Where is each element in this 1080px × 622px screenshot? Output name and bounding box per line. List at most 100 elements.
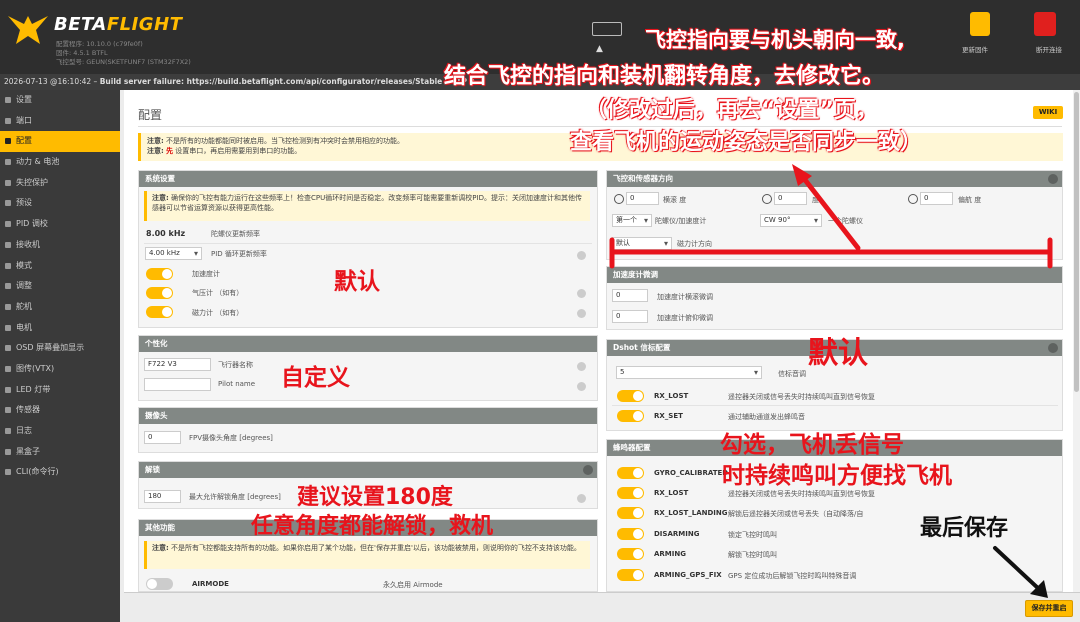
- save-reboot-button[interactable]: 保存并重启: [1025, 600, 1073, 617]
- scrollbar-thumb[interactable]: [1074, 92, 1079, 392]
- usb-icon[interactable]: [592, 22, 622, 36]
- gyro-align-select[interactable]: CW 90°: [760, 214, 822, 227]
- sidebar-item-setup[interactable]: 设置: [0, 90, 120, 111]
- notice-label: 注意:: [147, 137, 164, 145]
- annotation-default2: 默认: [808, 336, 868, 371]
- sidebar-item-power[interactable]: 动力 & 电池: [0, 152, 120, 173]
- camera-angle-label: FPV摄像头角度 [degrees]: [189, 434, 273, 442]
- page-title: 配置: [138, 108, 163, 122]
- dshot-rxset-name: RX_SET: [654, 412, 683, 420]
- gyro-select[interactable]: 第一个: [612, 214, 652, 227]
- disconnect-icon[interactable]: [1034, 12, 1056, 36]
- fw-line2: 固件: 4.5.1 BTFL: [56, 49, 108, 57]
- help-icon[interactable]: [577, 309, 586, 318]
- dshot-rxset-toggle[interactable]: [617, 410, 644, 422]
- sidebar-item-led[interactable]: LED 灯带: [0, 380, 120, 401]
- sidebar-item-servos[interactable]: 舵机: [0, 297, 120, 318]
- accel-trim-header: 加速度计微调: [607, 267, 1062, 283]
- buzzer-arming-name: ARMING: [654, 550, 686, 558]
- sidebar-item-modes[interactable]: 模式: [0, 256, 120, 277]
- sidebar-item-ports[interactable]: 端口: [0, 111, 120, 132]
- mag-toggle[interactable]: [146, 306, 173, 318]
- baro-toggle[interactable]: [146, 287, 173, 299]
- logo-part1: BETA: [54, 14, 107, 35]
- buzzer-rxlostlanding-name: RX_LOST_LANDING: [654, 509, 728, 517]
- buzzer-rxlost-toggle[interactable]: [617, 487, 644, 499]
- sidebar-item-failsafe[interactable]: 失控保护: [0, 173, 120, 194]
- sidebar-item-pid[interactable]: PID 调校: [0, 214, 120, 235]
- gyro-freq-value: 8.00 kHz: [146, 229, 186, 238]
- other-note-label: 注意:: [152, 544, 169, 552]
- notice-text1: 不是所有的功能都能同时被启用。当飞控检测到有冲突时会禁用相应的功能。: [166, 137, 405, 145]
- buzzer-gyro-toggle[interactable]: [617, 467, 644, 479]
- sidebar-item-presets[interactable]: 预设: [0, 193, 120, 214]
- logo-part2: FLIGHT: [106, 14, 183, 35]
- help-icon[interactable]: [577, 494, 586, 503]
- sidebar-item-blackbox[interactable]: 黑盒子: [0, 442, 120, 463]
- update-firmware-label[interactable]: 更新固件: [962, 44, 988, 54]
- buzzer-rxlostlanding-desc: 解锁后遥控器关闭或信号丢失（自动降落/自: [728, 510, 864, 518]
- buzzer-armgps-toggle[interactable]: [617, 569, 644, 581]
- buzzer-armgps-name: ARMING_GPS_FIX: [654, 571, 722, 579]
- fw-line1: 配置程序: 10.10.0 (c79fe0f): [56, 40, 143, 48]
- system-note-label: 注意:: [152, 194, 169, 202]
- yaw-icon: [908, 194, 918, 204]
- sidebar-item-cli[interactable]: CLI(命令行): [0, 462, 120, 483]
- accel-roll-input[interactable]: 0: [612, 289, 648, 302]
- help-icon[interactable]: [577, 289, 586, 298]
- gyro-align-label: 一个陀螺仪: [828, 217, 863, 225]
- sidebar-item-logging[interactable]: 日志: [0, 421, 120, 442]
- sidebar-item-motors[interactable]: 电机: [0, 318, 120, 339]
- airmode-label: AIRMODE: [192, 580, 229, 588]
- logo-text: BETAFLIGHT: [54, 14, 182, 35]
- buzzer-arming-toggle[interactable]: [617, 548, 644, 560]
- pitch-input[interactable]: 0: [774, 192, 807, 205]
- personalization-title: 个性化: [145, 339, 168, 348]
- accel-toggle[interactable]: [146, 268, 173, 280]
- airmode-toggle[interactable]: [146, 578, 173, 590]
- arming-angle-input[interactable]: 180: [144, 490, 181, 503]
- log-timestamp: 2026-07-13 @16:10:42 –: [4, 77, 98, 86]
- buzzer-arming-desc: 解锁飞控时鸣叫: [728, 551, 777, 559]
- roll-input[interactable]: 0: [626, 192, 659, 205]
- annotation-top2: 结合飞控的指向和装机翻转角度，去修改它。: [444, 64, 885, 89]
- help-icon[interactable]: [1048, 174, 1058, 184]
- dshot-rxlost-toggle[interactable]: [617, 390, 644, 402]
- buzzer-disarming-toggle[interactable]: [617, 528, 644, 540]
- yaw-input[interactable]: 0: [920, 192, 953, 205]
- beacon-tone-select[interactable]: 5: [616, 366, 762, 379]
- annotation-top3: （修改过后，再去“设置”页，: [585, 98, 878, 123]
- chip-icon[interactable]: [970, 12, 990, 36]
- help-icon[interactable]: [577, 362, 586, 371]
- sidebar-item-configuration[interactable]: 配置: [0, 131, 120, 153]
- mag-align-select[interactable]: 默认: [612, 237, 672, 250]
- buzzer-rxlostlanding-toggle[interactable]: [617, 507, 644, 519]
- help-icon[interactable]: [577, 382, 586, 391]
- annotation-top4: 查看飞机的运动姿态是否同步一致）: [570, 130, 923, 155]
- pilot-name-label: Pilot name: [218, 380, 256, 388]
- buzzer-armgps-desc: GPS 定位成功后解锁飞控时鸣叫特殊音调: [728, 572, 857, 580]
- airmode-desc: 永久启用 Airmode: [383, 581, 443, 589]
- help-icon[interactable]: [1048, 343, 1058, 353]
- help-icon[interactable]: [583, 465, 593, 475]
- disconnect-label[interactable]: 断开连接: [1036, 44, 1062, 54]
- sidebar-item-receiver[interactable]: 接收机: [0, 235, 120, 256]
- pid-freq-select[interactable]: 4.00 kHz: [145, 247, 202, 260]
- yaw-label: 偏航 度: [958, 196, 982, 204]
- annotation-save: 最后保存: [920, 516, 1009, 541]
- pilot-name-input[interactable]: [144, 378, 211, 391]
- sidebar-item-sensors[interactable]: 传感器: [0, 400, 120, 421]
- sidebar-item-osd[interactable]: OSD 屏幕叠加显示: [0, 338, 120, 359]
- craft-name-input[interactable]: F722 V3: [144, 358, 211, 371]
- fw-line3: 飞控型号: GEUN(SKETFUNF7 (STM32F7X2): [56, 58, 191, 66]
- help-icon[interactable]: [577, 251, 586, 260]
- sidebar-item-adjustments[interactable]: 调整: [0, 276, 120, 297]
- camera-angle-input[interactable]: 0: [144, 431, 181, 444]
- divider: [612, 405, 1058, 406]
- accel-pitch-input[interactable]: 0: [612, 310, 648, 323]
- wiki-button[interactable]: WIKI: [1033, 106, 1063, 119]
- pid-freq-label: PID 循环更新频率: [211, 250, 267, 258]
- footer-bar: [124, 592, 1080, 622]
- betaflight-logo: [8, 16, 48, 44]
- sidebar-item-vtx[interactable]: 图传(VTX): [0, 359, 120, 380]
